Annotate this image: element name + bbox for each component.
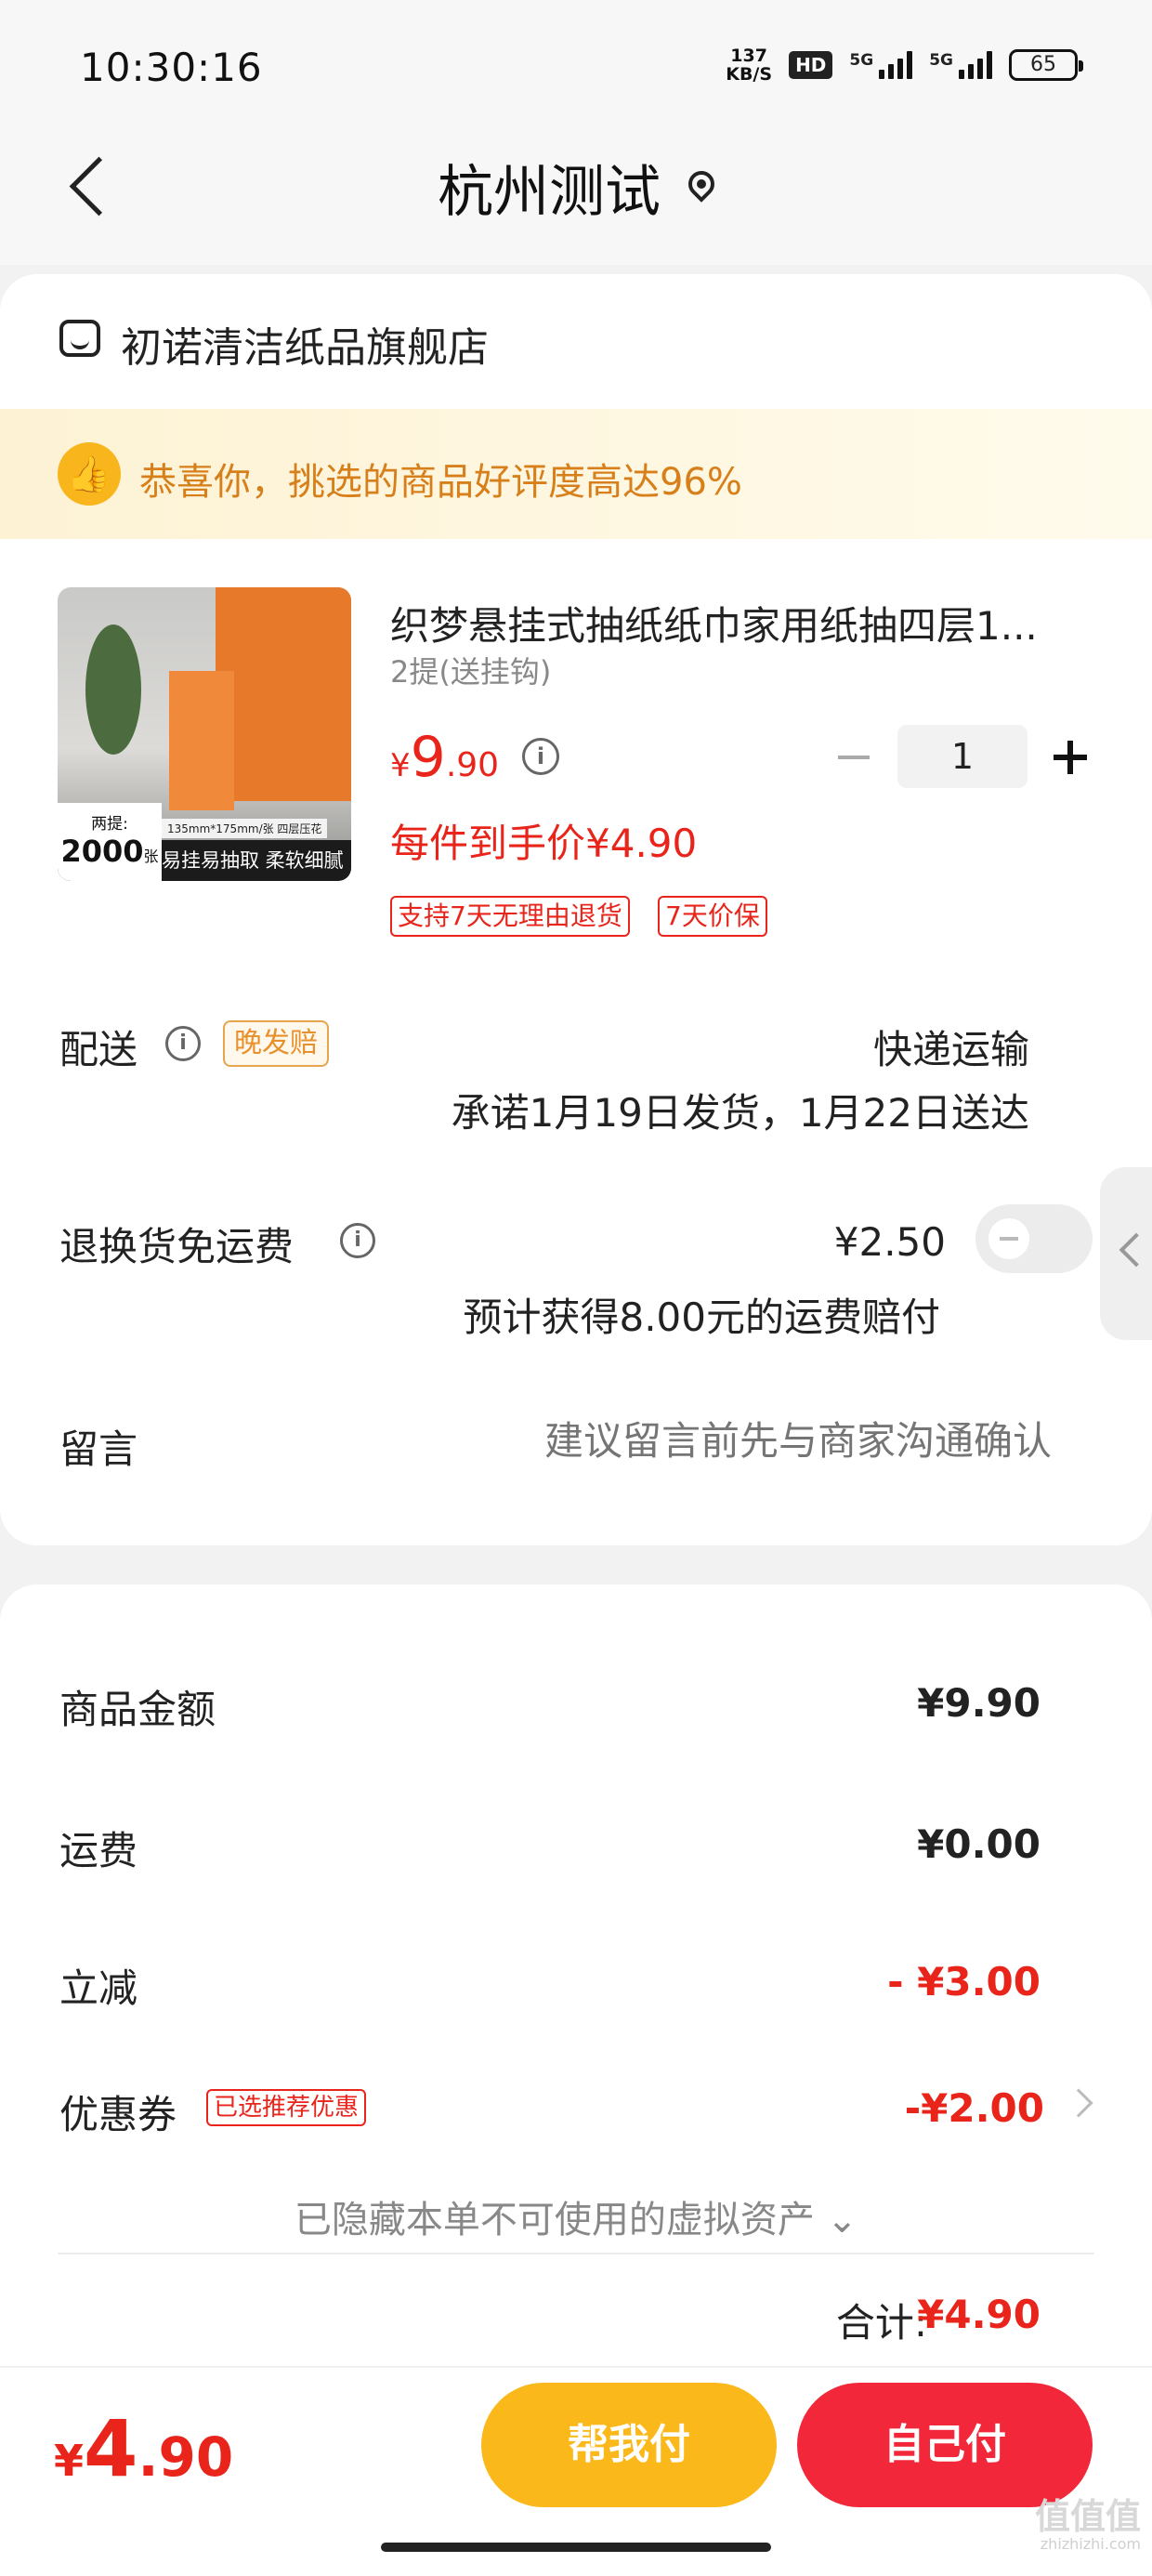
info-icon[interactable]: i xyxy=(340,1223,375,1258)
return-shipping-price: ¥2.50 xyxy=(833,1219,946,1265)
checkout-price: ¥4.90 xyxy=(54,2403,234,2494)
coupon-recommended-badge: 已选推荐优惠 xyxy=(206,2089,367,2126)
product-image[interactable]: 135mm*175mm/张 四层压花 易挂易抽取 柔软细腻 两提: 2000张 xyxy=(58,587,351,881)
goods-amount-value: ¥9.90 xyxy=(917,1680,1041,1726)
status-time: 10:30:16 xyxy=(80,45,263,90)
network-speed: 137 KB/S xyxy=(726,46,773,85)
discount-value: - ¥3.00 xyxy=(887,1959,1041,2004)
hd-icon: HD xyxy=(789,51,833,79)
help-pay-button[interactable]: 帮我付 xyxy=(481,2383,777,2507)
watermark: 值值值 zhizhizhi.com xyxy=(1034,2496,1141,2553)
quantity-increase-button[interactable] xyxy=(1050,734,1091,781)
shipping-fee-label: 运费 xyxy=(59,1828,138,1873)
signal-icon: 5G xyxy=(849,51,913,79)
total-value: ¥4.90 xyxy=(917,2292,1041,2337)
review-text: 恭喜你，挑选的商品好评度高达96% xyxy=(139,461,742,504)
delivery-method[interactable]: 快递运输 xyxy=(873,1019,1029,1075)
side-panel-handle[interactable] xyxy=(1100,1167,1152,1340)
coupon-value[interactable]: -¥2.00 xyxy=(905,2085,1044,2131)
page-title: 杭州测试 xyxy=(438,160,661,225)
product-title[interactable]: 织梦悬挂式抽纸纸巾家用纸抽四层1... xyxy=(390,595,1096,651)
return-compensation-text: 预计获得8.00元的运费赔付 xyxy=(463,1295,940,1340)
header-title-area[interactable]: 杭州测试 xyxy=(0,147,1152,228)
self-pay-button[interactable]: 自己付 xyxy=(797,2383,1093,2507)
store-name[interactable]: 初诺清洁纸品旗舰店 xyxy=(121,314,489,374)
message-label: 留言 xyxy=(59,1426,138,1472)
delivery-label: 配送 xyxy=(59,1027,138,1072)
delivery-promise: 承诺1月19日发货，1月22日送达 xyxy=(451,1090,1029,1136)
total-label: 合计: xyxy=(835,2300,927,2346)
shipping-fee-value: ¥0.00 xyxy=(917,1821,1041,1867)
unit-price: 每件到手价¥4.90 xyxy=(390,821,698,866)
map-pin-icon xyxy=(688,171,714,204)
coupon-label[interactable]: 优惠券 xyxy=(59,2083,177,2140)
quantity-value[interactable]: 1 xyxy=(897,725,1028,788)
signal-icon: 5G xyxy=(929,51,992,79)
hidden-assets-toggle[interactable]: 已隐藏本单不可使用的虚拟资产 ⌄ xyxy=(0,2189,1152,2243)
discount-label: 立减 xyxy=(59,1965,138,2011)
return-shipping-label: 退换货免运费 xyxy=(59,1224,295,1269)
price-protect-tag: 7天价保 xyxy=(658,896,767,937)
quantity-decrease-button[interactable] xyxy=(834,734,875,781)
return-policy-tag: 支持7天无理由退货 xyxy=(390,896,630,937)
goods-amount-label: 商品金额 xyxy=(59,1687,216,1732)
status-icons: 137 KB/S HD 5G 5G 65 xyxy=(726,46,1083,85)
divider xyxy=(58,2253,1094,2254)
product-spec[interactable]: 2提(送挂钩) xyxy=(390,649,551,691)
battery-icon: 65 xyxy=(1009,49,1083,81)
message-input[interactable] xyxy=(457,1418,1052,1464)
home-indicator[interactable] xyxy=(381,2543,771,2552)
return-shipping-toggle[interactable] xyxy=(975,1204,1093,1273)
info-icon[interactable]: i xyxy=(165,1026,201,1061)
late-compensation-badge: 晚发赔 xyxy=(223,1020,329,1067)
thumbs-up-icon: 👍 xyxy=(58,442,121,506)
store-icon xyxy=(59,320,100,357)
info-icon[interactable]: i xyxy=(522,738,559,775)
product-price: ¥9.90 xyxy=(390,725,500,790)
